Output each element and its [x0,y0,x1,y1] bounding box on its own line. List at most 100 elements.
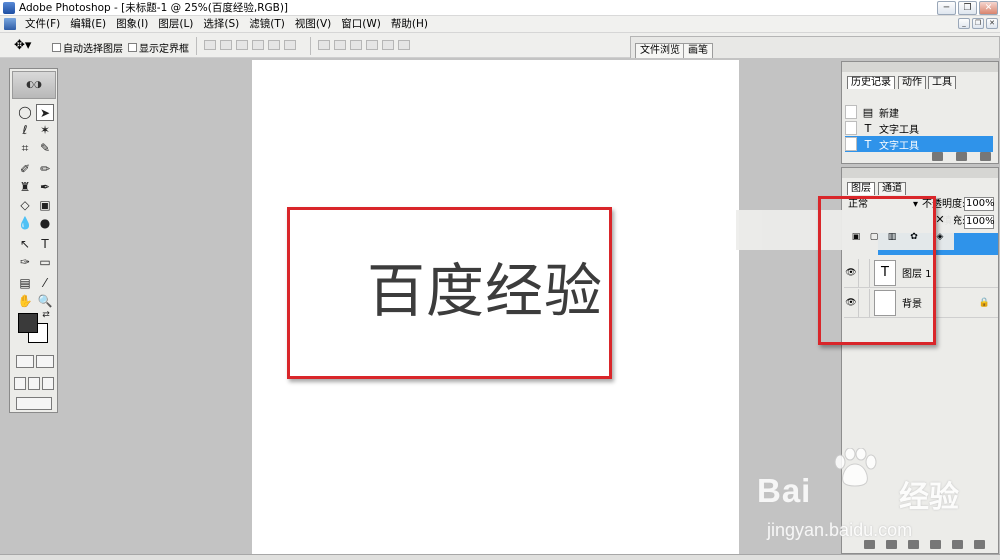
hand-tool-icon[interactable]: ✋ [16,293,34,310]
align-left-icon[interactable] [252,40,264,50]
align-buttons [204,40,296,50]
lock-icon: 🔒 [978,297,990,308]
annotation-box-layers [818,196,936,345]
menu-layer[interactable]: 图层(L) [153,16,198,32]
auto-select-layer-checkbox[interactable]: 自动选择图层 [52,40,123,55]
menu-edit[interactable]: 编辑(E) [65,16,111,32]
history-item-selected[interactable]: T 文字工具 [845,136,993,152]
history-brush-source-cell[interactable] [845,105,857,119]
history-item-label: 文字工具 [879,124,919,136]
dodge-tool-icon[interactable]: ● [36,215,54,232]
panel-grip[interactable] [842,168,998,178]
path-selection-tool-icon[interactable]: ↖ [16,236,34,253]
foreground-color-swatch[interactable] [18,313,38,333]
healing-brush-tool-icon[interactable]: ✐ [16,161,34,178]
shape-tool-icon[interactable]: ▭ [36,254,54,271]
menu-filter[interactable]: 滤镜(T) [244,16,290,32]
type-tool-icon[interactable]: T [36,236,54,253]
close-button[interactable]: ✕ [979,1,998,15]
doc-close-button[interactable]: ✕ [986,18,998,29]
marquee-tool-icon[interactable]: ◯ [16,104,34,121]
opacity-input[interactable]: 100% [964,197,995,211]
tab-tool-presets[interactable]: 工具 [928,76,956,89]
menu-help[interactable]: 帮助(H) [386,16,433,32]
magic-wand-tool-icon[interactable]: ✶ [36,122,54,139]
distribute-vcenter-icon[interactable] [334,40,346,50]
distribute-buttons [318,40,410,50]
history-item[interactable]: T 文字工具 [845,120,993,136]
tab-brushes[interactable]: 画笔 [683,43,713,58]
baidu-paw-icon [834,448,877,487]
align-hcenter-icon[interactable] [268,40,280,50]
menu-window[interactable]: 窗口(W) [336,16,386,32]
tab-history[interactable]: 历史记录 [847,76,895,89]
clone-stamp-tool-icon[interactable]: ♜ [16,179,34,196]
doc-restore-button[interactable]: ❐ [972,18,984,29]
distribute-bottom-icon[interactable] [350,40,362,50]
trash-icon[interactable] [980,152,991,161]
move-tool-preset-icon[interactable]: ✥▾ [14,38,42,54]
pen-tool-icon[interactable]: ✑ [16,254,34,271]
history-brush-source-cell[interactable] [845,121,857,135]
menu-file[interactable]: 文件(F) [20,16,65,32]
tab-file-browser[interactable]: 文件浏览 [635,43,685,58]
type-tool-icon: T [864,137,872,151]
move-tool-icon[interactable]: ➤ [36,104,54,121]
eyedropper-tool-icon[interactable]: ⁄ [36,275,54,292]
checkbox-box[interactable] [52,43,61,52]
fill-input[interactable]: 100% [964,215,995,229]
menu-image[interactable]: 图象(I) [111,16,153,32]
tab-actions[interactable]: 动作 [898,76,926,89]
distribute-top-icon[interactable] [318,40,330,50]
zoom-tool-icon[interactable]: 🔍 [36,293,54,310]
swap-colors-icon[interactable]: ⇄ [40,309,52,321]
eraser-tool-icon[interactable]: ◇ [16,197,34,214]
gradient-tool-icon[interactable]: ▣ [36,197,54,214]
doc-minimize-button[interactable]: _ [958,18,970,29]
history-item-label: 文字工具 [879,140,919,152]
standard-mode-button[interactable] [16,355,34,368]
jump-to-imageready-button[interactable] [16,397,52,410]
menu-view[interactable]: 视图(V) [290,16,336,32]
standard-screen-mode-button[interactable] [14,377,26,390]
maximize-button[interactable]: ❐ [958,1,977,15]
brush-tool-icon[interactable]: ✏ [36,161,54,178]
history-brush-source-cell[interactable] [845,137,857,151]
show-bounds-checkbox[interactable]: 显示定界框 [128,40,189,55]
new-document-from-state-icon[interactable] [932,152,943,161]
align-right-icon[interactable] [284,40,296,50]
tab-layers[interactable]: 图层 [847,182,875,195]
quick-mask-mode-button[interactable] [36,355,54,368]
new-snapshot-icon[interactable] [956,152,967,161]
options-bar: ✥▾ 自动选择图层 显示定界框 文件浏览 画笔 [0,33,1000,58]
align-bottom-icon[interactable] [236,40,248,50]
crop-tool-icon[interactable]: ⌗ [16,140,34,157]
align-vcenter-icon[interactable] [220,40,232,50]
slice-tool-icon[interactable]: ✎ [36,140,54,157]
checkbox-box[interactable] [128,43,137,52]
align-top-icon[interactable] [204,40,216,50]
title-bar: Adobe Photoshop - [未标题-1 @ 25%(百度经验,RGB)… [0,0,1000,16]
history-brush-tool-icon[interactable]: ✒ [36,179,54,196]
document-menu-icon[interactable] [4,18,16,30]
full-screen-mode-button[interactable] [42,377,54,390]
menu-bar: 文件(F) 编辑(E) 图象(I) 图层(L) 选择(S) 滤镜(T) 视图(V… [0,16,1000,33]
distribute-left-icon[interactable] [366,40,378,50]
distribute-hcenter-icon[interactable] [382,40,394,50]
full-screen-menu-mode-button[interactable] [28,377,40,390]
notes-tool-icon[interactable]: ▤ [16,275,34,292]
history-item[interactable]: ▤ 新建 [845,104,993,120]
lasso-tool-icon[interactable]: ℓ [16,122,34,139]
photoshop-eye-logo-icon[interactable]: ◐◑ [12,71,56,99]
history-item-label: 新建 [879,108,899,120]
menu-select[interactable]: 选择(S) [198,16,244,32]
blur-tool-icon[interactable]: 💧 [16,215,34,232]
document-icon: ▤ [862,105,874,119]
distribute-right-icon[interactable] [398,40,410,50]
panel-grip[interactable] [842,62,998,72]
watermark-brand-tail: 经验 [899,480,959,515]
minimize-button[interactable]: ─ [937,1,956,15]
annotation-box-canvas [287,207,612,379]
tab-channels[interactable]: 通道 [878,182,906,195]
watermark-brand: Bai [757,472,812,509]
